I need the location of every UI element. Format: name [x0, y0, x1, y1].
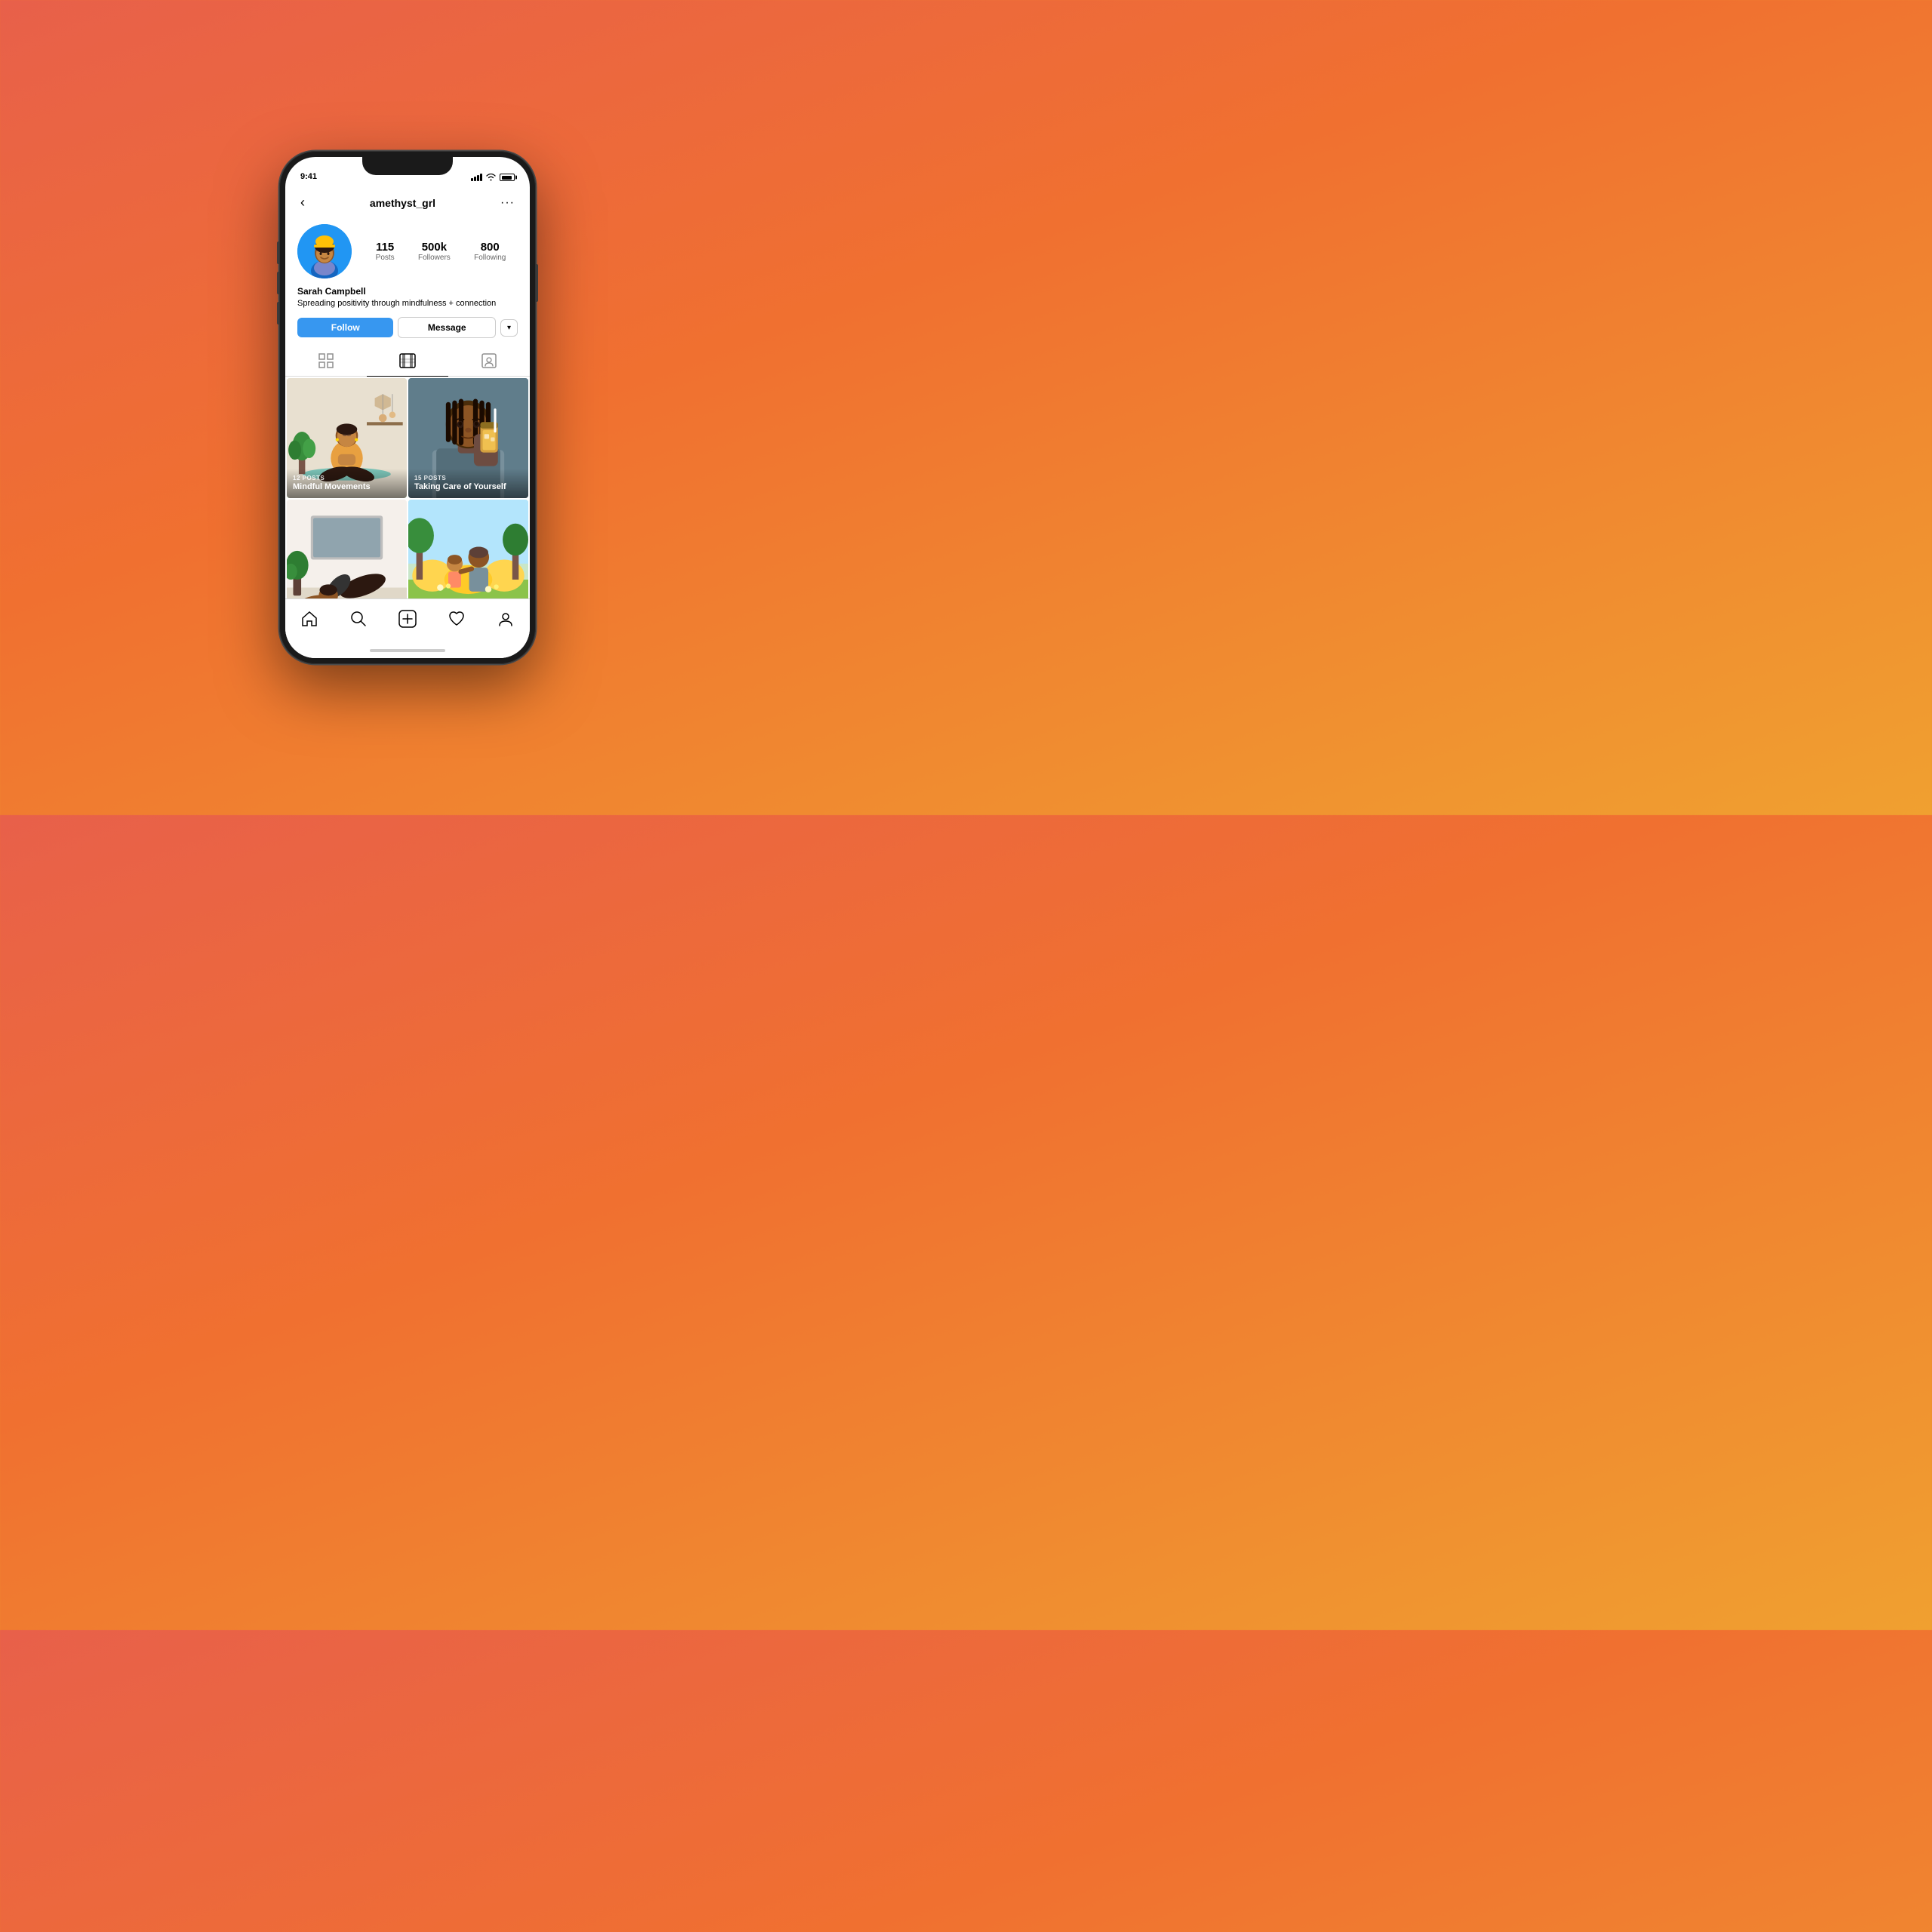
- back-button[interactable]: ‹: [297, 192, 308, 214]
- search-icon: [350, 611, 367, 627]
- stat-following-value: 800: [481, 241, 500, 254]
- profile-icon: [497, 611, 514, 627]
- dropdown-button[interactable]: ▾: [500, 319, 518, 337]
- follow-button[interactable]: Follow: [297, 318, 393, 337]
- signal-icon: [471, 174, 482, 181]
- post-2-overlay: 15 POSTS Taking Care of Yourself: [408, 469, 528, 498]
- phone-mockup: 9:41 ‹ amethyst_: [279, 151, 536, 664]
- home-bar: [370, 649, 445, 652]
- home-icon: [301, 611, 318, 627]
- content-scroll: 12 POSTS Mindful Movements: [285, 377, 530, 598]
- wifi-icon: [486, 174, 496, 181]
- stat-posts: 115 Posts: [376, 241, 395, 262]
- bottom-nav: [285, 598, 530, 643]
- nav-home[interactable]: [292, 608, 327, 630]
- stat-followers-label: Followers: [418, 254, 451, 262]
- stat-posts-label: Posts: [376, 254, 395, 262]
- avatar: [297, 224, 352, 278]
- post-card-2[interactable]: 15 POSTS Taking Care of Yourself: [408, 378, 528, 498]
- stat-followers-value: 500k: [422, 241, 447, 254]
- profile-top: 115 Posts 500k Followers 800 Following: [297, 224, 518, 278]
- post-1-title: Mindful Movements: [293, 482, 401, 492]
- home-indicator: [285, 643, 530, 658]
- tab-reels[interactable]: [367, 346, 448, 376]
- posts-grid: 12 POSTS Mindful Movements: [285, 377, 530, 598]
- stat-following: 800 Following: [474, 241, 506, 262]
- stats-row: 115 Posts 500k Followers 800 Following: [364, 241, 518, 262]
- nav-heart[interactable]: [439, 608, 474, 630]
- profile-name: Sarah Campbell: [297, 286, 518, 297]
- nav-profile[interactable]: [488, 608, 523, 630]
- app-header: ‹ amethyst_grl ···: [285, 186, 530, 218]
- tab-tagged[interactable]: [448, 346, 530, 376]
- avatar-wrap: [297, 224, 352, 278]
- stat-followers: 500k Followers: [418, 241, 451, 262]
- post-1-overlay: 12 POSTS Mindful Movements: [287, 469, 407, 498]
- reels-icon: [399, 353, 416, 368]
- status-time: 9:41: [300, 172, 317, 181]
- post-card-3[interactable]: [287, 500, 407, 598]
- post-card-1[interactable]: 12 POSTS Mindful Movements: [287, 378, 407, 498]
- notch: [362, 157, 453, 175]
- add-icon: [398, 610, 417, 628]
- profile-bio: Spreading positivity through mindfulness…: [297, 298, 518, 309]
- more-button[interactable]: ···: [497, 193, 518, 213]
- action-buttons: Follow Message ▾: [297, 317, 518, 338]
- grid-icon: [318, 353, 334, 368]
- post-2-count: 15 POSTS: [414, 475, 522, 481]
- stat-posts-value: 115: [376, 241, 394, 254]
- phone-screen: 9:41 ‹ amethyst_: [285, 157, 530, 658]
- status-icons: [471, 174, 515, 181]
- message-button[interactable]: Message: [398, 317, 495, 338]
- stat-following-label: Following: [474, 254, 506, 262]
- nav-search[interactable]: [341, 608, 376, 630]
- tagged-icon: [481, 353, 497, 368]
- nav-add[interactable]: [389, 607, 426, 631]
- tab-grid[interactable]: [285, 346, 367, 376]
- profile-section: 115 Posts 500k Followers 800 Following S…: [285, 218, 530, 346]
- post-2-title: Taking Care of Yourself: [414, 482, 522, 492]
- heart-icon: [448, 611, 465, 627]
- tabs-row: [285, 346, 530, 377]
- battery-icon: [500, 174, 515, 181]
- post-1-count: 12 POSTS: [293, 475, 401, 481]
- post-card-4[interactable]: [408, 500, 528, 598]
- profile-username: amethyst_grl: [370, 197, 435, 209]
